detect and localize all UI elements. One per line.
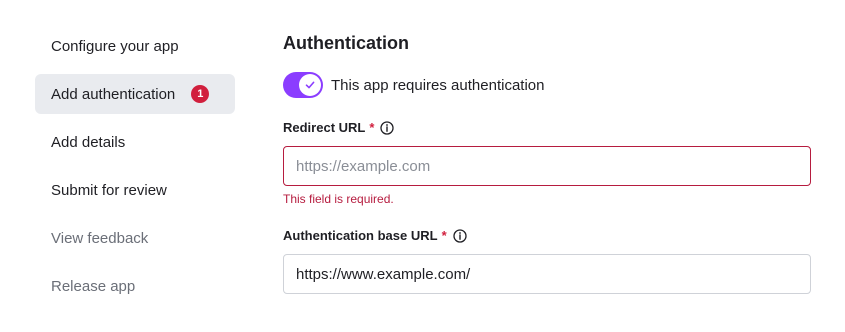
sidebar-item-release-app[interactable]: Release app bbox=[35, 266, 235, 306]
redirect-url-label: Redirect URL * bbox=[283, 120, 395, 135]
required-marker: * bbox=[441, 228, 447, 243]
sidebar-item-label: Add details bbox=[51, 133, 126, 151]
toggle-knob bbox=[299, 74, 321, 96]
auth-required-toggle[interactable] bbox=[283, 72, 323, 98]
check-icon bbox=[305, 81, 315, 89]
sidebar-item-submit-for-review[interactable]: Submit for review bbox=[35, 170, 235, 210]
sidebar-item-add-details[interactable]: Add details bbox=[35, 122, 235, 162]
error-count-badge: 1 bbox=[191, 85, 210, 103]
redirect-url-label-text: Redirect URL bbox=[283, 120, 366, 135]
auth-base-url-label: Authentication base URL * bbox=[283, 228, 467, 243]
sidebar-item-add-authentication[interactable]: Add authentication 1 bbox=[35, 74, 235, 114]
page-title: Authentication bbox=[283, 33, 409, 53]
required-marker: * bbox=[369, 120, 375, 135]
sidebar-item-view-feedback[interactable]: View feedback bbox=[35, 218, 235, 258]
sidebar-item-label: Configure your app bbox=[51, 37, 179, 55]
auth-base-url-input[interactable] bbox=[283, 254, 811, 294]
sidebar-item-label: Add authentication bbox=[51, 85, 176, 103]
auth-toggle-row: This app requires authentication bbox=[283, 72, 544, 98]
sidebar-item-label: Submit for review bbox=[51, 181, 167, 199]
sidebar-item-label: View feedback bbox=[51, 229, 149, 247]
redirect-url-error: This field is required. bbox=[283, 192, 394, 206]
sidebar-item-label: Release app bbox=[51, 277, 136, 295]
redirect-url-input[interactable] bbox=[283, 146, 811, 186]
auth-toggle-label: This app requires authentication bbox=[331, 76, 545, 94]
sidebar-item-configure-your-app[interactable]: Configure your app bbox=[35, 26, 235, 66]
info-icon[interactable] bbox=[380, 120, 395, 135]
info-icon[interactable] bbox=[452, 228, 467, 243]
auth-base-url-label-text: Authentication base URL bbox=[283, 228, 438, 243]
sidebar: Configure your app Add authentication 1 … bbox=[35, 26, 235, 314]
